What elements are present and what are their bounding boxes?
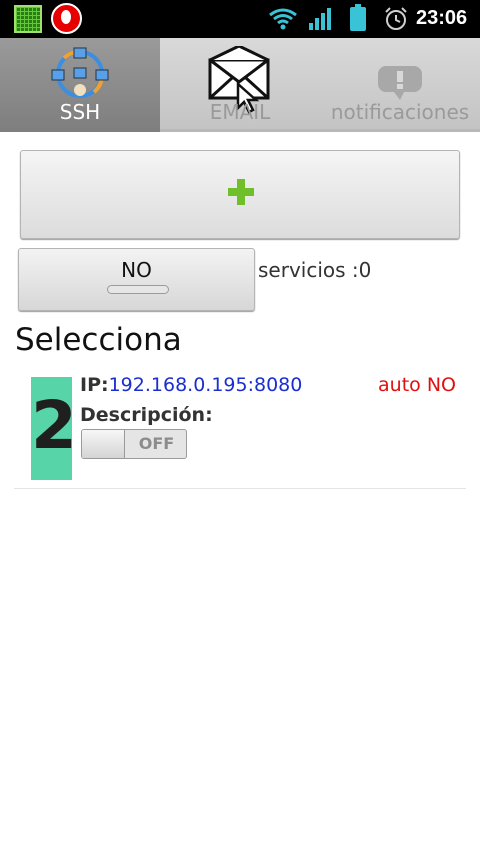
ip-value: 192.168.0.195:8080 bbox=[108, 374, 303, 396]
no-toggle-button[interactable]: NO bbox=[18, 248, 255, 311]
tab-notificaciones[interactable]: notificaciones bbox=[320, 38, 480, 132]
network-icon bbox=[51, 47, 109, 98]
alarm-icon bbox=[385, 7, 407, 30]
tab-bar: SSH EMAIL notificaciones bbox=[0, 38, 480, 132]
no-toggle-label: NO bbox=[121, 258, 152, 282]
plus-icon bbox=[228, 179, 254, 205]
app-grid-icon bbox=[14, 5, 42, 33]
switch-label: OFF bbox=[138, 434, 175, 453]
services-count: servicios :0 bbox=[258, 258, 372, 282]
ip-key: IP: bbox=[80, 374, 109, 396]
signal-icon bbox=[309, 8, 331, 30]
tab-notificaciones-label: notificaciones bbox=[330, 100, 470, 124]
tab-email[interactable]: EMAIL bbox=[160, 38, 320, 132]
switch-thumb[interactable] bbox=[82, 430, 125, 458]
battery-icon bbox=[350, 4, 366, 31]
wifi-icon bbox=[269, 8, 297, 30]
tab-ssh-label: SSH bbox=[59, 100, 101, 124]
vodafone-icon bbox=[51, 3, 82, 34]
notification-bubble-icon bbox=[378, 66, 422, 100]
ip-line: IP:192.168.0.195:8080 bbox=[80, 374, 302, 396]
tab-email-label: EMAIL bbox=[209, 100, 271, 124]
off-switch[interactable]: OFF bbox=[81, 429, 187, 459]
item-number-badge: 2 bbox=[31, 377, 77, 480]
add-button[interactable] bbox=[20, 150, 460, 239]
clock-time: 23:06 bbox=[416, 7, 468, 29]
item-number: 2 bbox=[31, 387, 77, 464]
status-bar: 23:06 bbox=[0, 0, 480, 38]
section-heading: Selecciona bbox=[15, 322, 182, 358]
list-item[interactable]: 2 IP:192.168.0.195:8080 auto NO Descripc… bbox=[14, 372, 466, 489]
description-label: Descripción: bbox=[80, 404, 213, 426]
auto-status: auto NO bbox=[378, 374, 456, 396]
toggle-indicator bbox=[107, 285, 169, 294]
tab-ssh[interactable]: SSH bbox=[0, 38, 160, 132]
